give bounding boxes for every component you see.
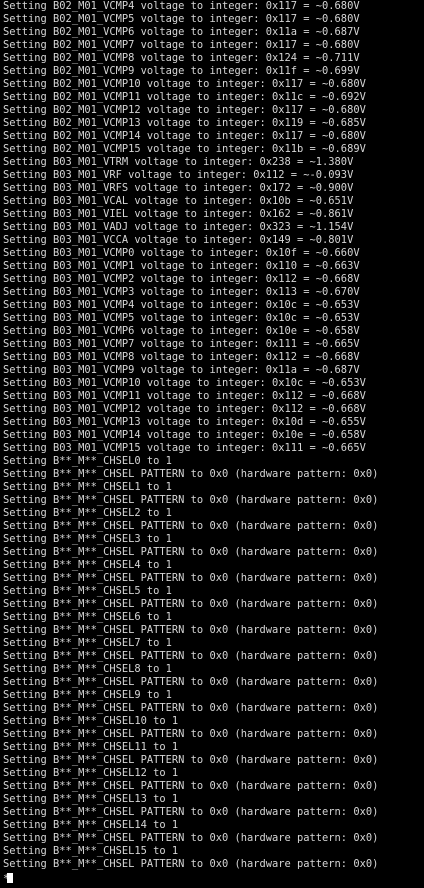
- terminal-line: Setting B02_M01_VCMP5 voltage to integer…: [3, 13, 360, 25]
- terminal-line: Setting B03_M01_VCMP3 voltage to integer…: [3, 286, 360, 298]
- terminal-line: Setting B02_M01_VCMP12 voltage to intege…: [3, 104, 366, 116]
- terminal-line: Setting B03_M01_VCMP10 voltage to intege…: [3, 377, 366, 389]
- terminal-line: Setting B03_M01_VCMP1 voltage to integer…: [3, 260, 360, 272]
- terminal-line: Setting B**_M**_CHSEL7 to 1: [3, 637, 172, 649]
- terminal-line: Setting B03_M01_VCAL voltage to integer:…: [3, 195, 354, 207]
- terminal-line: Setting B**_M**_CHSEL4 to 1: [3, 559, 172, 571]
- terminal-line: Setting B**_M**_CHSEL PATTERN to 0x0 (ha…: [3, 728, 379, 740]
- terminal-line: Setting B02_M01_VCMP13 voltage to intege…: [3, 117, 366, 129]
- terminal-line: Setting B02_M01_VCMP9 voltage to integer…: [3, 65, 360, 77]
- terminal-line: Setting B02_M01_VCMP4 voltage to integer…: [3, 0, 360, 12]
- terminal-line: Setting B03_M01_VCMP2 voltage to integer…: [3, 273, 360, 285]
- prompt-line[interactable]: *: [3, 871, 424, 885]
- terminal-line: Setting B**_M**_CHSEL PATTERN to 0x0 (ha…: [3, 754, 379, 766]
- terminal-line: Setting B03_M01_VADJ voltage to integer:…: [3, 221, 354, 233]
- terminal-line: Setting B**_M**_CHSEL PATTERN to 0x0 (ha…: [3, 520, 379, 532]
- terminal-line: Setting B02_M01_VCMP14 voltage to intege…: [3, 130, 366, 142]
- terminal-line: Setting B02_M01_VCMP8 voltage to integer…: [3, 52, 360, 64]
- terminal-line: Setting B03_M01_VCMP11 voltage to intege…: [3, 390, 366, 402]
- terminal-line: Setting B**_M**_CHSEL PATTERN to 0x0 (ha…: [3, 780, 379, 792]
- terminal-line: Setting B03_M01_VRF voltage to integer: …: [3, 169, 354, 181]
- terminal-line: Setting B**_M**_CHSEL PATTERN to 0x0 (ha…: [3, 858, 379, 870]
- terminal-line: Setting B**_M**_CHSEL PATTERN to 0x0 (ha…: [3, 624, 379, 636]
- terminal-line: Setting B03_M01_VCMP9 voltage to integer…: [3, 364, 360, 376]
- terminal-line: Setting B**_M**_CHSEL3 to 1: [3, 533, 172, 545]
- terminal-line: Setting B**_M**_CHSEL14 to 1: [3, 819, 179, 831]
- terminal-line: Setting B03_M01_VCMP14 voltage to intege…: [3, 429, 366, 441]
- terminal-line: Setting B03_M01_VTRM voltage to integer:…: [3, 156, 354, 168]
- terminal-line: Setting B02_M01_VCMP6 voltage to integer…: [3, 26, 360, 38]
- terminal-line: Setting B**_M**_CHSEL PATTERN to 0x0 (ha…: [3, 832, 379, 844]
- terminal-line: Setting B**_M**_CHSEL12 to 1: [3, 767, 179, 779]
- terminal-line: Setting B**_M**_CHSEL PATTERN to 0x0 (ha…: [3, 546, 379, 558]
- terminal-window[interactable]: Setting B02_M01_VCMP4 voltage to integer…: [0, 0, 424, 888]
- terminal-line: Setting B03_M01_VCMP0 voltage to integer…: [3, 247, 360, 259]
- terminal-line: Setting B03_M01_VCMP6 voltage to integer…: [3, 325, 360, 337]
- terminal-line: Setting B**_M**_CHSEL11 to 1: [3, 741, 179, 753]
- terminal-line: Setting B03_M01_VCMP15 voltage to intege…: [3, 442, 366, 454]
- terminal-line: Setting B02_M01_VCMP7 voltage to integer…: [3, 39, 360, 51]
- terminal-line: Setting B03_M01_VRFS voltage to integer:…: [3, 182, 354, 194]
- terminal-line: Setting B**_M**_CHSEL2 to 1: [3, 507, 172, 519]
- terminal-line: Setting B03_M01_VCMP12 voltage to intege…: [3, 403, 366, 415]
- terminal-line: Setting B**_M**_CHSEL0 to 1: [3, 455, 172, 467]
- terminal-line: Setting B**_M**_CHSEL10 to 1: [3, 715, 179, 727]
- terminal-line: Setting B**_M**_CHSEL15 to 1: [3, 845, 179, 857]
- terminal-line: Setting B**_M**_CHSEL PATTERN to 0x0 (ha…: [3, 494, 379, 506]
- terminal-line: Setting B**_M**_CHSEL PATTERN to 0x0 (ha…: [3, 572, 379, 584]
- terminal-line: Setting B02_M01_VCMP15 voltage to intege…: [3, 143, 366, 155]
- text-cursor: [7, 873, 13, 883]
- terminal-line: Setting B**_M**_CHSEL PATTERN to 0x0 (ha…: [3, 806, 379, 818]
- terminal-line: Setting B**_M**_CHSEL8 to 1: [3, 663, 172, 675]
- terminal-line: Setting B02_M01_VCMP11 voltage to intege…: [3, 91, 366, 103]
- terminal-output: Setting B02_M01_VCMP4 voltage to integer…: [3, 0, 424, 885]
- terminal-line: Setting B**_M**_CHSEL9 to 1: [3, 689, 172, 701]
- terminal-line: Setting B03_M01_VCCA voltage to integer:…: [3, 234, 354, 246]
- terminal-line: Setting B**_M**_CHSEL PATTERN to 0x0 (ha…: [3, 650, 379, 662]
- terminal-line: Setting B**_M**_CHSEL PATTERN to 0x0 (ha…: [3, 598, 379, 610]
- terminal-line: Setting B03_M01_VCMP7 voltage to integer…: [3, 338, 360, 350]
- terminal-line: Setting B03_M01_VCMP4 voltage to integer…: [3, 299, 360, 311]
- terminal-line: Setting B**_M**_CHSEL PATTERN to 0x0 (ha…: [3, 702, 379, 714]
- terminal-line: Setting B03_M01_VIEL voltage to integer:…: [3, 208, 354, 220]
- terminal-line: Setting B**_M**_CHSEL5 to 1: [3, 585, 172, 597]
- terminal-line: Setting B**_M**_CHSEL PATTERN to 0x0 (ha…: [3, 676, 379, 688]
- terminal-line: Setting B**_M**_CHSEL6 to 1: [3, 611, 172, 623]
- terminal-line: Setting B02_M01_VCMP10 voltage to intege…: [3, 78, 366, 90]
- terminal-line: Setting B**_M**_CHSEL13 to 1: [3, 793, 179, 805]
- terminal-line: Setting B**_M**_CHSEL PATTERN to 0x0 (ha…: [3, 468, 379, 480]
- terminal-line: Setting B03_M01_VCMP13 voltage to intege…: [3, 416, 366, 428]
- terminal-line: Setting B03_M01_VCMP8 voltage to integer…: [3, 351, 360, 363]
- terminal-line: Setting B03_M01_VCMP5 voltage to integer…: [3, 312, 360, 324]
- terminal-line: Setting B**_M**_CHSEL1 to 1: [3, 481, 172, 493]
